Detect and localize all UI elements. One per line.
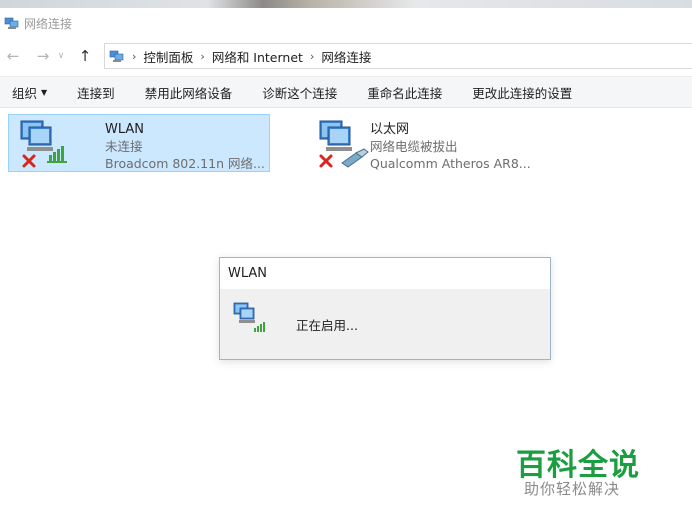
recent-locations-button[interactable]: ∨ xyxy=(54,45,68,67)
caret-down-icon: ▼ xyxy=(41,87,48,97)
address-bar[interactable]: › 控制面板 › 网络和 Internet › 网络连接 xyxy=(104,43,692,69)
control-panel-icon xyxy=(109,50,124,62)
arrow-left-icon: ← xyxy=(6,47,20,65)
dialog-body: 正在启用... xyxy=(220,289,550,359)
chevron-down-icon: ∨ xyxy=(57,51,65,61)
window-title: 网络连接 xyxy=(24,16,73,31)
adapter-name: WLAN xyxy=(105,122,145,137)
network-connections-icon xyxy=(4,17,19,29)
adapter-ethernet[interactable]: 以太网 网络电缆被拔出 Qualcomm Atheros AR8... xyxy=(308,115,548,173)
connect-to-button[interactable]: 连接到 xyxy=(57,77,125,107)
dialog-title: WLAN xyxy=(220,258,550,289)
rename-label: 重命名此连接 xyxy=(367,85,443,101)
adapter-status: 网络电缆被拔出 xyxy=(370,139,458,154)
enabling-dialog: WLAN 正在启用... xyxy=(219,257,551,360)
arrow-up-icon: ↑ xyxy=(78,47,92,65)
title-bar: 网络连接 xyxy=(0,8,692,38)
adapter-ethernet-icon-group xyxy=(312,119,370,171)
change-settings-label: 更改此连接的设置 xyxy=(472,85,573,101)
up-button[interactable]: ↑ xyxy=(74,45,96,67)
adapter-device: Qualcomm Atheros AR8... xyxy=(370,156,531,171)
back-button[interactable]: ← xyxy=(2,45,24,67)
connect-to-label: 连接到 xyxy=(77,85,115,101)
wireless-adapter-icon xyxy=(233,302,265,332)
chevron-right-icon[interactable]: › xyxy=(310,50,314,63)
chevron-right-icon[interactable]: › xyxy=(132,50,136,63)
chevron-right-icon[interactable]: › xyxy=(200,50,204,63)
adapter-wlan-icon-group xyxy=(13,119,71,171)
address-row: ← → ∨ ↑ › 控制面板 › 网络和 Internet › 网络连接 xyxy=(0,40,692,72)
command-bar: 组织 ▼ 连接到 禁用此网络设备 诊断这个连接 重命名此连接 更改此连接的设置 xyxy=(0,76,692,108)
organize-button[interactable]: 组织 ▼ xyxy=(0,77,57,107)
breadcrumb-network-internet[interactable]: 网络和 Internet xyxy=(212,47,303,66)
disable-device-label: 禁用此网络设备 xyxy=(144,85,233,101)
diagnose-label: 诊断这个连接 xyxy=(262,85,338,101)
desktop-wallpaper-strip xyxy=(0,0,692,8)
adapter-status: 未连接 xyxy=(105,139,143,154)
breadcrumb-network-connections[interactable]: 网络连接 xyxy=(321,47,371,66)
organize-label: 组织 xyxy=(12,85,38,101)
error-x-icon xyxy=(22,154,36,168)
forward-button[interactable]: → xyxy=(32,45,54,67)
diagnose-button[interactable]: 诊断这个连接 xyxy=(242,77,347,107)
adapter-device: Broadcom 802.11n 网络... xyxy=(105,156,265,171)
dialog-message: 正在启用... xyxy=(296,318,358,333)
arrow-right-icon: → xyxy=(36,47,50,65)
adapter-wlan[interactable]: WLAN 未连接 Broadcom 802.11n 网络... xyxy=(8,114,270,172)
adapter-name: 以太网 xyxy=(370,122,410,137)
breadcrumb-control-panel[interactable]: 控制面板 xyxy=(143,47,193,66)
disable-device-button[interactable]: 禁用此网络设备 xyxy=(125,77,243,107)
change-settings-button[interactable]: 更改此连接的设置 xyxy=(452,77,582,107)
error-x-icon xyxy=(319,154,333,168)
watermark-tagline: 助你轻松解决 xyxy=(524,480,621,498)
rename-button[interactable]: 重命名此连接 xyxy=(347,77,452,107)
